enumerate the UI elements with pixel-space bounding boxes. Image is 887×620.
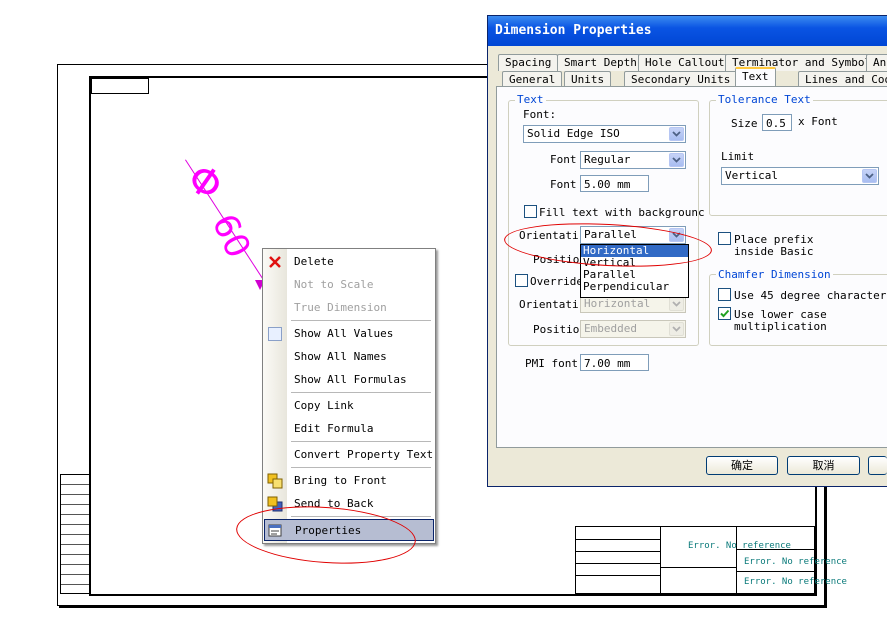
menu-item-show-all-names[interactable]: Show All Names [287, 346, 435, 368]
cancel-button[interactable]: 取消 [787, 456, 860, 475]
menu-item-show-all-formulas[interactable]: Show All Formulas [287, 369, 435, 391]
position2-label: Positio [533, 323, 580, 336]
use-45-degree-label: Use 45 degree character [734, 289, 887, 302]
pmi-font-label: PMI font [525, 357, 578, 370]
ok-button[interactable]: 确定 [706, 456, 778, 475]
dialog-title: Dimension Properties [488, 16, 887, 46]
tab-smart-depth[interactable]: Smart Depth [557, 54, 644, 71]
chevron-down-icon[interactable] [669, 153, 684, 167]
context-menu: Delete Not to Scale True Dimension Show … [262, 248, 436, 544]
delete-x-icon [267, 254, 283, 270]
chevron-down-icon[interactable] [862, 169, 877, 183]
place-prefix-checkbox[interactable] [718, 232, 731, 245]
menu-item-not-to-scale[interactable]: Not to Scale [287, 274, 435, 296]
checkmark-icon [720, 309, 730, 318]
use-lower-case-label-2: multiplication [734, 320, 827, 333]
option-perpendicular[interactable]: Perpendicular [581, 281, 688, 293]
chevron-down-icon [669, 297, 684, 311]
chamfer-group-title: Chamfer Dimension [716, 268, 833, 281]
chevron-down-icon [669, 322, 684, 336]
font-style-select[interactable]: Regular [580, 151, 686, 169]
override-label: Override [530, 275, 583, 288]
chevron-down-icon[interactable] [669, 127, 684, 141]
error-reference-text: Error. No reference [744, 577, 847, 587]
tolerance-size-input[interactable]: 0.5 [762, 114, 792, 131]
text-group-title: Text [515, 93, 546, 106]
title-block: Error. No reference Error. No reference … [575, 526, 847, 594]
tab-text[interactable]: Text [735, 67, 776, 87]
fill-background-label: Fill text with backgrounc [539, 206, 705, 219]
tab-hole-callout[interactable]: Hole Callout [638, 54, 732, 71]
place-prefix-label-2: inside Basic [734, 245, 814, 258]
tab-spacing[interactable]: Spacing [498, 54, 559, 71]
limit-select[interactable]: Vertical [721, 167, 879, 185]
tolerance-group-title: Tolerance Text [716, 93, 813, 106]
limit-label: Limit [721, 150, 755, 163]
pmi-font-input[interactable]: 7.00 mm [580, 354, 649, 371]
menu-item-edit-formula[interactable]: Edit Formula [287, 418, 435, 440]
tolerance-size-suffix: x Font [798, 115, 838, 128]
font-style-label: Font [550, 153, 577, 166]
font-label: Font: [523, 108, 557, 121]
font-size-label: Font [550, 178, 577, 191]
bring-to-front-icon [267, 473, 283, 489]
tolerance-size-label: Size [731, 117, 758, 130]
menu-item-bring-to-front[interactable]: Bring to Front [287, 470, 435, 492]
font-size-input[interactable]: 5.00 mm [580, 175, 649, 192]
tab-annotation[interactable]: Ann [866, 54, 887, 71]
drawing-corner-box [91, 78, 149, 94]
font-select[interactable]: Solid Edge ISO [523, 125, 686, 143]
help-button[interactable] [868, 456, 887, 475]
error-reference-text: Error. No reference [744, 557, 847, 567]
show-values-icon [267, 326, 283, 342]
use-45-degree-checkbox[interactable] [718, 288, 731, 301]
error-reference-text: Error. No reference [688, 541, 791, 551]
fill-background-checkbox[interactable] [524, 205, 537, 218]
use-lower-case-checkbox[interactable] [718, 307, 731, 320]
override-position-select[interactable]: Embedded [580, 320, 686, 338]
menu-item-true-dimension[interactable]: True Dimension [287, 297, 435, 319]
override-checkbox[interactable] [515, 274, 528, 287]
orientation2-label: Orientati [519, 298, 579, 311]
menu-item-copy-link[interactable]: Copy Link [287, 395, 435, 417]
menu-item-delete[interactable]: Delete [287, 251, 435, 273]
menu-item-show-all-values[interactable]: Show All Values [287, 323, 435, 345]
menu-item-convert-property-text[interactable]: Convert Property Text [287, 444, 435, 466]
revision-table [60, 474, 90, 594]
